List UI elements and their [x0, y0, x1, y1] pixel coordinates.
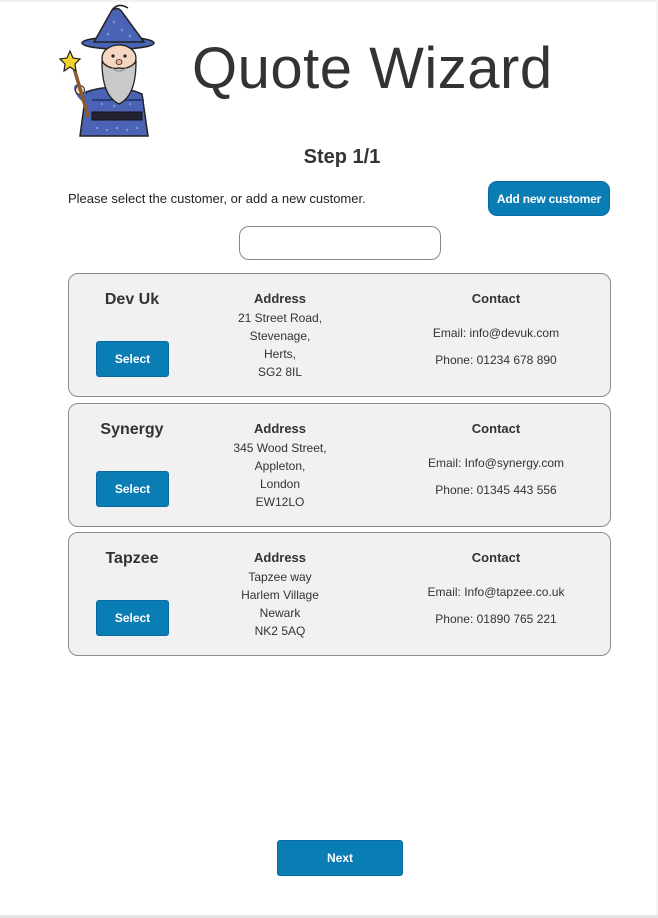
customer-name: Dev Uk [104, 291, 160, 308]
customer-card: Tapzee Select Address Tapzee way Harlem … [68, 532, 611, 656]
customer-search-input[interactable] [239, 226, 441, 260]
contact-email: Email: Info@tapzee.co.uk [427, 585, 565, 599]
add-new-customer-button[interactable]: Add new customer [488, 181, 610, 216]
top-border [0, 0, 658, 2]
next-button[interactable]: Next [277, 840, 403, 876]
address-line: Herts, [263, 347, 296, 361]
wizard-mascot-icon [58, 4, 155, 137]
contact-heading: Contact [471, 291, 521, 306]
contact-section: Contact Email: info@devuk.com Phone: 012… [399, 291, 593, 368]
contact-heading: Contact [471, 421, 521, 436]
contact-section: Contact Email: Info@synergy.com Phone: 0… [399, 421, 593, 498]
app-title: Quote Wizard [192, 36, 553, 101]
contact-heading: Contact [471, 550, 521, 565]
address-line: 21 Street Road, [237, 311, 323, 325]
address-heading: Address [253, 291, 307, 306]
customer-name: Synergy [100, 421, 164, 438]
select-customer-button[interactable]: Select [96, 600, 169, 636]
select-customer-button[interactable]: Select [96, 341, 169, 377]
select-customer-button[interactable]: Select [96, 471, 169, 507]
address-section: Address Tapzee way Harlem Village Newark… [220, 550, 340, 640]
contact-email: Email: info@devuk.com [432, 326, 560, 340]
address-heading: Address [253, 421, 307, 436]
contact-phone: Phone: 01345 443 556 [435, 483, 557, 497]
address-line: EW12LO [255, 495, 305, 509]
contact-phone: Phone: 01234 678 890 [435, 353, 557, 367]
address-line: Stevenage, [249, 329, 311, 343]
contact-section: Contact Email: Info@tapzee.co.uk Phone: … [399, 550, 593, 627]
customer-card: Synergy Select Address 345 Wood Street, … [68, 403, 611, 527]
address-line: Appleton, [254, 459, 306, 473]
address-line: London [259, 477, 301, 491]
address-line: 345 Wood Street, [233, 441, 327, 455]
contact-email: Email: Info@synergy.com [427, 456, 564, 470]
step-title: Step 1/1 [303, 146, 381, 168]
customer-card: Dev Uk Select Address 21 Street Road, St… [68, 273, 611, 397]
address-line: NK2 5AQ [254, 624, 306, 638]
address-heading: Address [253, 550, 307, 565]
address-section: Address 21 Street Road, Stevenage, Herts… [220, 291, 340, 381]
address-line: Tapzee way [248, 570, 312, 584]
customer-name: Tapzee [105, 550, 159, 567]
address-line: Newark [259, 606, 301, 620]
instructions-text: Please select the customer, or add a new… [68, 191, 366, 206]
address-line: Harlem Village [241, 588, 319, 602]
address-line: SG2 8IL [257, 365, 303, 379]
address-section: Address 345 Wood Street, Appleton, Londo… [220, 421, 340, 511]
contact-phone: Phone: 01890 765 221 [435, 612, 557, 626]
